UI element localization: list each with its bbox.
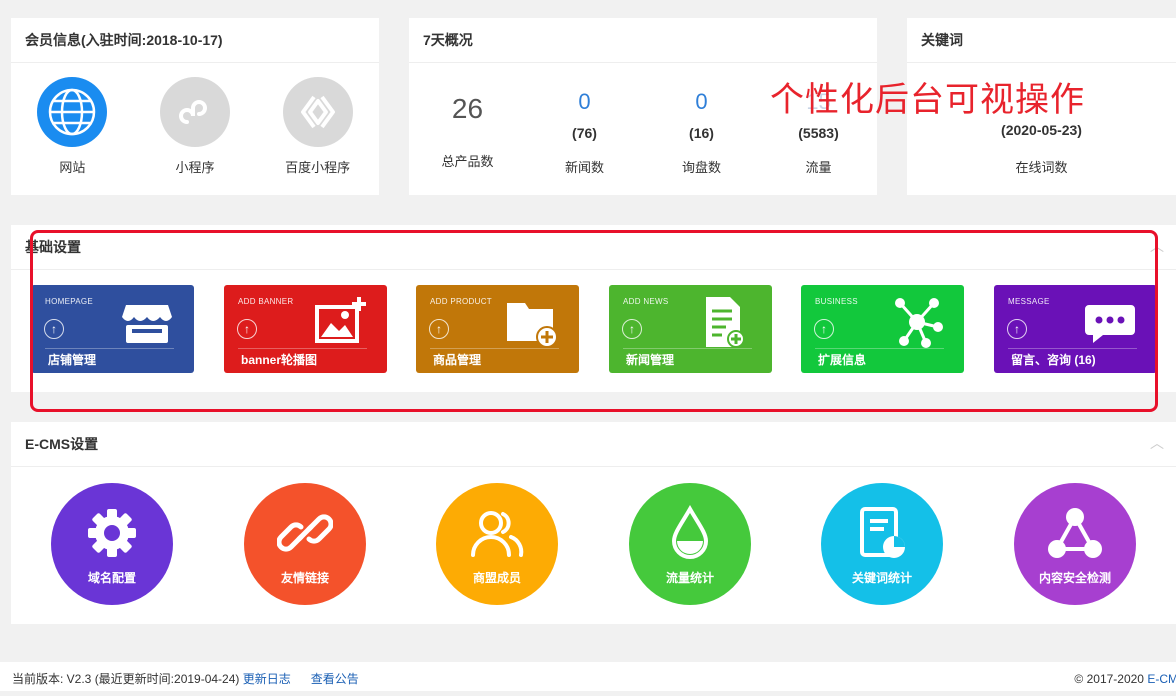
stat-inquiry-value: 0 [695, 89, 708, 114]
ecms-domain[interactable]: 域名配置 [51, 483, 173, 605]
baidu-mini-program-label: 百度小程序 [285, 160, 351, 175]
member-card-title: 会员信息(入驻时间:2018-10-17) [11, 18, 379, 63]
members-icon [471, 511, 524, 557]
site-item[interactable]: 网站 [12, 77, 132, 176]
mini-program-icon [159, 77, 230, 147]
ecms-links[interactable]: 友情链接 [244, 483, 366, 605]
brand-link[interactable]: E-CMS [1147, 672, 1176, 686]
member-card: 会员信息(入驻时间:2018-10-17) 网站 小程序 百度小程序 [11, 18, 379, 195]
keywords-date: (2020-05-23) [1001, 122, 1082, 138]
ecms-keyword-stats[interactable]: 关键词统计 [821, 483, 943, 605]
stat-news-label: 新闻数 [564, 160, 604, 175]
stat-products-label: 总产品数 [441, 154, 494, 169]
stat-inquiry-label: 询盘数 [681, 160, 721, 175]
collapse-icon[interactable]: ︿ [1150, 436, 1164, 450]
stat-news[interactable]: 0 (76) 新闻数 [526, 91, 643, 176]
baidu-mini-program-icon [282, 77, 353, 147]
link-icon [277, 514, 333, 552]
stat-inquiry-total: (16) [689, 125, 714, 141]
copyright-text: © 2017-2020 [1074, 672, 1144, 686]
mini-program-item[interactable]: 小程序 [135, 77, 255, 176]
keywords-title: 关键词 [907, 18, 1176, 63]
stat-products-value: 26 [451, 93, 484, 124]
gear-icon [88, 509, 136, 557]
report-icon [860, 507, 905, 558]
version-text: 当前版本: V2.3 (最近更新时间:2019-04-24) [12, 672, 240, 686]
stat-traffic-total: (5583) [798, 125, 839, 141]
site-label: 网站 [59, 160, 86, 175]
ecms-domain-label: 域名配置 [87, 571, 136, 585]
ecms-traffic[interactable]: 流量统计 [629, 483, 751, 605]
water-drop-icon [671, 505, 709, 559]
stat-products[interactable]: 26 总产品数 [409, 91, 526, 176]
ecms-links-label: 友情链接 [280, 571, 329, 585]
stat-traffic-label: 流量 [805, 160, 832, 175]
ecms-content-security-label: 内容安全检测 [1038, 571, 1111, 585]
stat-news-value: 0 [578, 89, 591, 114]
stat-inquiry[interactable]: 0 (16) 询盘数 [643, 91, 760, 176]
ecms-content-security[interactable]: 内容安全检测 [1014, 483, 1136, 605]
overview-title: 7天概况 [409, 18, 877, 63]
highlight-frame [30, 230, 1158, 412]
globe-icon [37, 77, 108, 147]
mini-program-label: 小程序 [175, 160, 215, 175]
ecms-settings-title: E-CMS设置 [11, 422, 1176, 467]
keywords-label: 在线词数 [1015, 160, 1068, 175]
changelog-link[interactable]: 更新日志 [243, 672, 291, 686]
overlay-caption: 个性化后台可视操作 [770, 81, 1085, 119]
footer: 当前版本: V2.3 (最近更新时间:2019-04-24) 更新日志 查看公告… [0, 662, 1176, 691]
baidu-mini-program-item[interactable]: 百度小程序 [258, 77, 378, 176]
notice-link[interactable]: 查看公告 [311, 672, 359, 686]
ecms-keyword-stats-label: 关键词统计 [851, 571, 912, 585]
share-network-icon [1048, 508, 1102, 558]
ecms-members-label: 商盟成员 [472, 571, 521, 585]
ecms-settings-panel: E-CMS设置 ︿ [11, 422, 1176, 624]
ecms-traffic-label: 流量统计 [665, 571, 714, 585]
ecms-members[interactable]: 商盟成员 [436, 483, 558, 605]
stat-news-total: (76) [572, 125, 597, 141]
